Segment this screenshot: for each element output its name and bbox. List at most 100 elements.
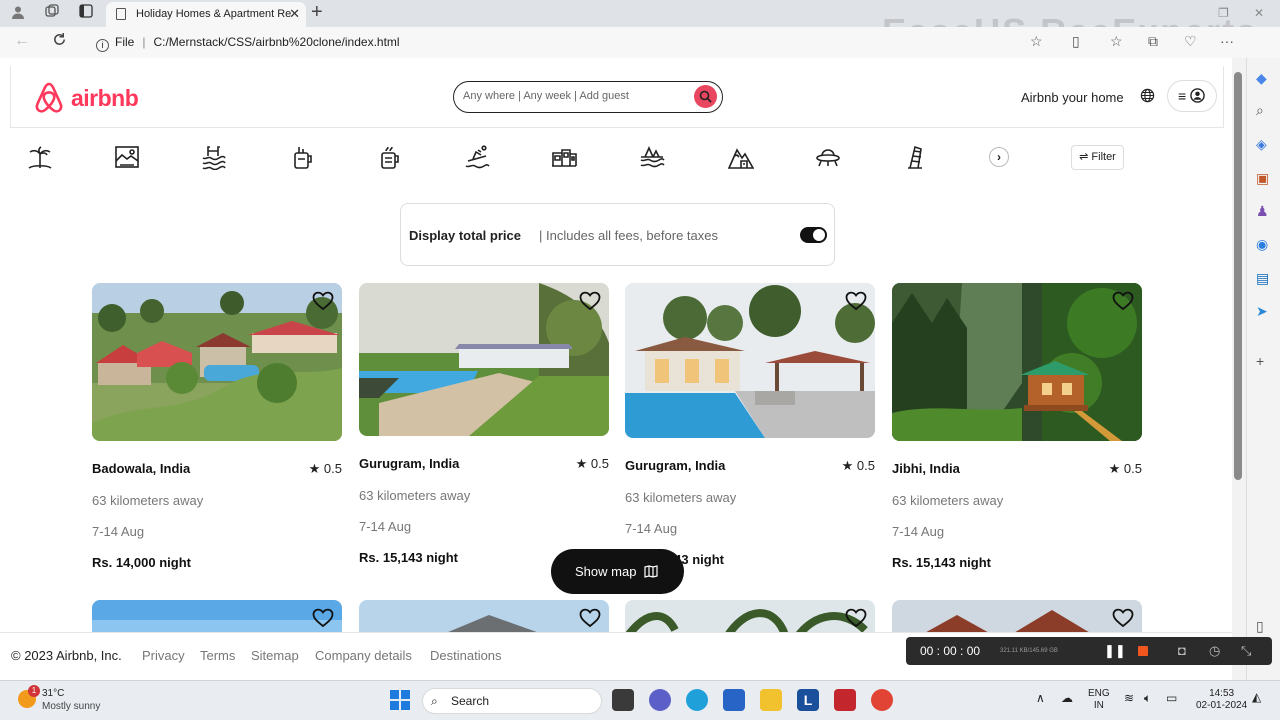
categories-next-button[interactable]: › <box>989 147 1009 167</box>
toolbox-icon[interactable]: ▣ <box>1256 170 1269 187</box>
show-map-button[interactable]: Show map <box>551 549 684 594</box>
house-row-icon[interactable] <box>551 144 577 170</box>
globe-icon[interactable] <box>1140 88 1155 108</box>
leaning-tower-icon[interactable] <box>902 144 928 170</box>
profile-icon[interactable] <box>8 4 28 24</box>
chrome-icon[interactable] <box>871 689 893 711</box>
listing-card[interactable]: Jibhi, India ★ 0.5 63 kilometers away 7-… <box>892 283 1142 570</box>
footer-link-company-details[interactable]: Company details <box>315 648 412 663</box>
screenshot-icon[interactable]: ◘ <box>1178 637 1186 665</box>
user-menu-button[interactable]: ≡ <box>1167 80 1217 112</box>
sidebar-search-icon[interactable]: ⌕ <box>1256 102 1264 119</box>
search-button[interactable] <box>694 85 717 108</box>
games-icon[interactable]: ♟ <box>1256 203 1269 220</box>
heart-icon[interactable] <box>845 291 867 311</box>
mountain-house-icon[interactable] <box>727 144 755 170</box>
heart-icon[interactable] <box>1112 291 1134 311</box>
split-screen-icon[interactable]: ▯ <box>1072 33 1080 50</box>
site-info-icon[interactable]: i <box>96 39 109 52</box>
taskbar-search[interactable]: ⌕ Search <box>422 688 602 714</box>
ufo-icon[interactable] <box>815 144 841 170</box>
app-l-icon[interactable]: L <box>797 689 819 711</box>
volume-icon[interactable]: 🔈︎ <box>1144 692 1151 704</box>
hide-sidebar-icon[interactable]: ▯ <box>1256 618 1264 635</box>
clock[interactable]: 14:53 02-01-2024 <box>1196 688 1247 712</box>
footer-link-destinations[interactable]: Destinations <box>430 648 502 663</box>
total-price-panel: Display total price | Includes all fees,… <box>400 203 835 266</box>
total-price-toggle[interactable] <box>800 227 827 243</box>
host-link[interactable]: Airbnb your home <box>1021 90 1124 105</box>
coffee-mug-icon[interactable] <box>377 144 403 170</box>
search-bar[interactable]: Any where | Any week | Add guest <box>453 81 723 113</box>
tea-mug-icon[interactable] <box>290 144 316 170</box>
cloud-icon[interactable]: ☁ <box>1061 692 1073 704</box>
footer-link-sitemap[interactable]: Sitemap <box>251 648 299 663</box>
office-icon[interactable]: ◉ <box>1256 236 1268 253</box>
task-view-icon[interactable] <box>612 689 634 711</box>
restore-icon[interactable]: ❐ <box>1218 6 1229 20</box>
scrollbar-thumb[interactable] <box>1234 72 1242 480</box>
heart-icon[interactable] <box>312 291 334 311</box>
lake-frame-icon[interactable] <box>114 144 140 170</box>
tab-actions-icon[interactable] <box>76 4 96 24</box>
footer-link-privacy[interactable]: Privacy <box>142 648 185 663</box>
active-tab[interactable]: Holiday Homes & Apartment Re ✕ <box>106 2 306 27</box>
heart-icon[interactable] <box>579 608 601 628</box>
stop-icon[interactable] <box>1138 646 1148 656</box>
tag-icon[interactable]: ◈ <box>1256 136 1267 153</box>
listing-image[interactable] <box>359 283 609 436</box>
close-tab-icon[interactable]: ✕ <box>289 2 300 26</box>
workspaces-icon[interactable] <box>42 4 62 24</box>
close-window-icon[interactable]: ✕ <box>1254 6 1264 20</box>
store-icon[interactable] <box>723 689 745 711</box>
listing-image[interactable] <box>625 283 875 438</box>
surfing-icon[interactable] <box>464 144 490 170</box>
outlook-icon[interactable]: ▤ <box>1256 270 1269 287</box>
menu-icon: ≡ <box>1178 88 1187 104</box>
minimize-recorder-icon[interactable]: ⤡ <box>1241 637 1251 665</box>
back-icon[interactable]: ← <box>14 32 30 50</box>
wifi-icon[interactable]: ≋ <box>1124 692 1134 704</box>
timer-icon[interactable]: ◷ <box>1209 637 1220 665</box>
listing-card[interactable]: Badowala, India ★ 0.5 63 kilometers away… <box>92 283 342 570</box>
heart-icon[interactable] <box>579 291 601 311</box>
browser-tab-strip: Holiday Homes & Apartment Re ✕ + EaseUS … <box>0 0 1280 52</box>
tray-overflow-icon[interactable]: ∧ <box>1036 692 1045 704</box>
collections-icon[interactable]: ⧉ <box>1148 33 1158 50</box>
heart-icon[interactable] <box>1112 608 1134 628</box>
notification-bell-icon[interactable]: ◭ <box>1252 691 1261 703</box>
listing-image[interactable] <box>892 283 1142 441</box>
heart-icon[interactable] <box>845 608 867 628</box>
more-menu-icon[interactable]: ··· <box>1220 33 1234 49</box>
listing-card[interactable]: Gurugram, India ★ 0.5 63 kilometers away… <box>359 283 609 565</box>
island-boat-icon[interactable] <box>639 144 665 170</box>
new-tab-button[interactable]: + <box>311 1 323 24</box>
filter-button[interactable]: ⇌ Filter <box>1071 145 1124 170</box>
favorites-icon[interactable]: ☆ <box>1110 33 1123 50</box>
add-sidebar-app-icon[interactable]: + <box>1256 353 1264 369</box>
listing-card[interactable]: Gurugram, India ★ 0.5 63 kilometers away… <box>625 283 875 567</box>
copilot-icon[interactable]: ◆ <box>1256 70 1267 87</box>
airbnb-logo[interactable]: airbnb <box>33 81 139 115</box>
pool-icon[interactable] <box>201 144 227 171</box>
url-field[interactable]: i File | C:/Mernstack/CSS/airbnb%20clone/in… <box>86 30 926 55</box>
chat-icon[interactable] <box>649 689 671 711</box>
palm-tree-icon[interactable] <box>27 144 53 170</box>
battery-icon[interactable]: ▭ <box>1166 692 1177 704</box>
send-icon[interactable]: ➤ <box>1256 303 1268 320</box>
reload-icon[interactable] <box>52 32 67 52</box>
heart-icon[interactable] <box>312 608 334 628</box>
footer-link-terms[interactable]: Terms <box>200 648 235 663</box>
extensions-icon[interactable]: ♡ <box>1184 33 1197 50</box>
weather-widget[interactable]: 1 31°C Mostly sunny <box>18 685 100 713</box>
favorite-star-icon[interactable]: ☆ <box>1030 33 1043 50</box>
start-icon[interactable] <box>389 689 411 711</box>
mcafee-icon[interactable] <box>834 689 856 711</box>
edge-browser-icon[interactable] <box>686 689 708 711</box>
pause-icon[interactable]: ❚❚ <box>1104 637 1126 665</box>
language-indicator[interactable]: ENG IN <box>1088 688 1110 712</box>
url-text: C:/Mernstack/CSS/airbnb%20clone/index.ht… <box>153 35 400 49</box>
file-explorer-icon[interactable] <box>760 689 782 711</box>
listing-price: Rs. 15,143 night <box>892 555 991 570</box>
listing-image[interactable] <box>92 283 342 441</box>
